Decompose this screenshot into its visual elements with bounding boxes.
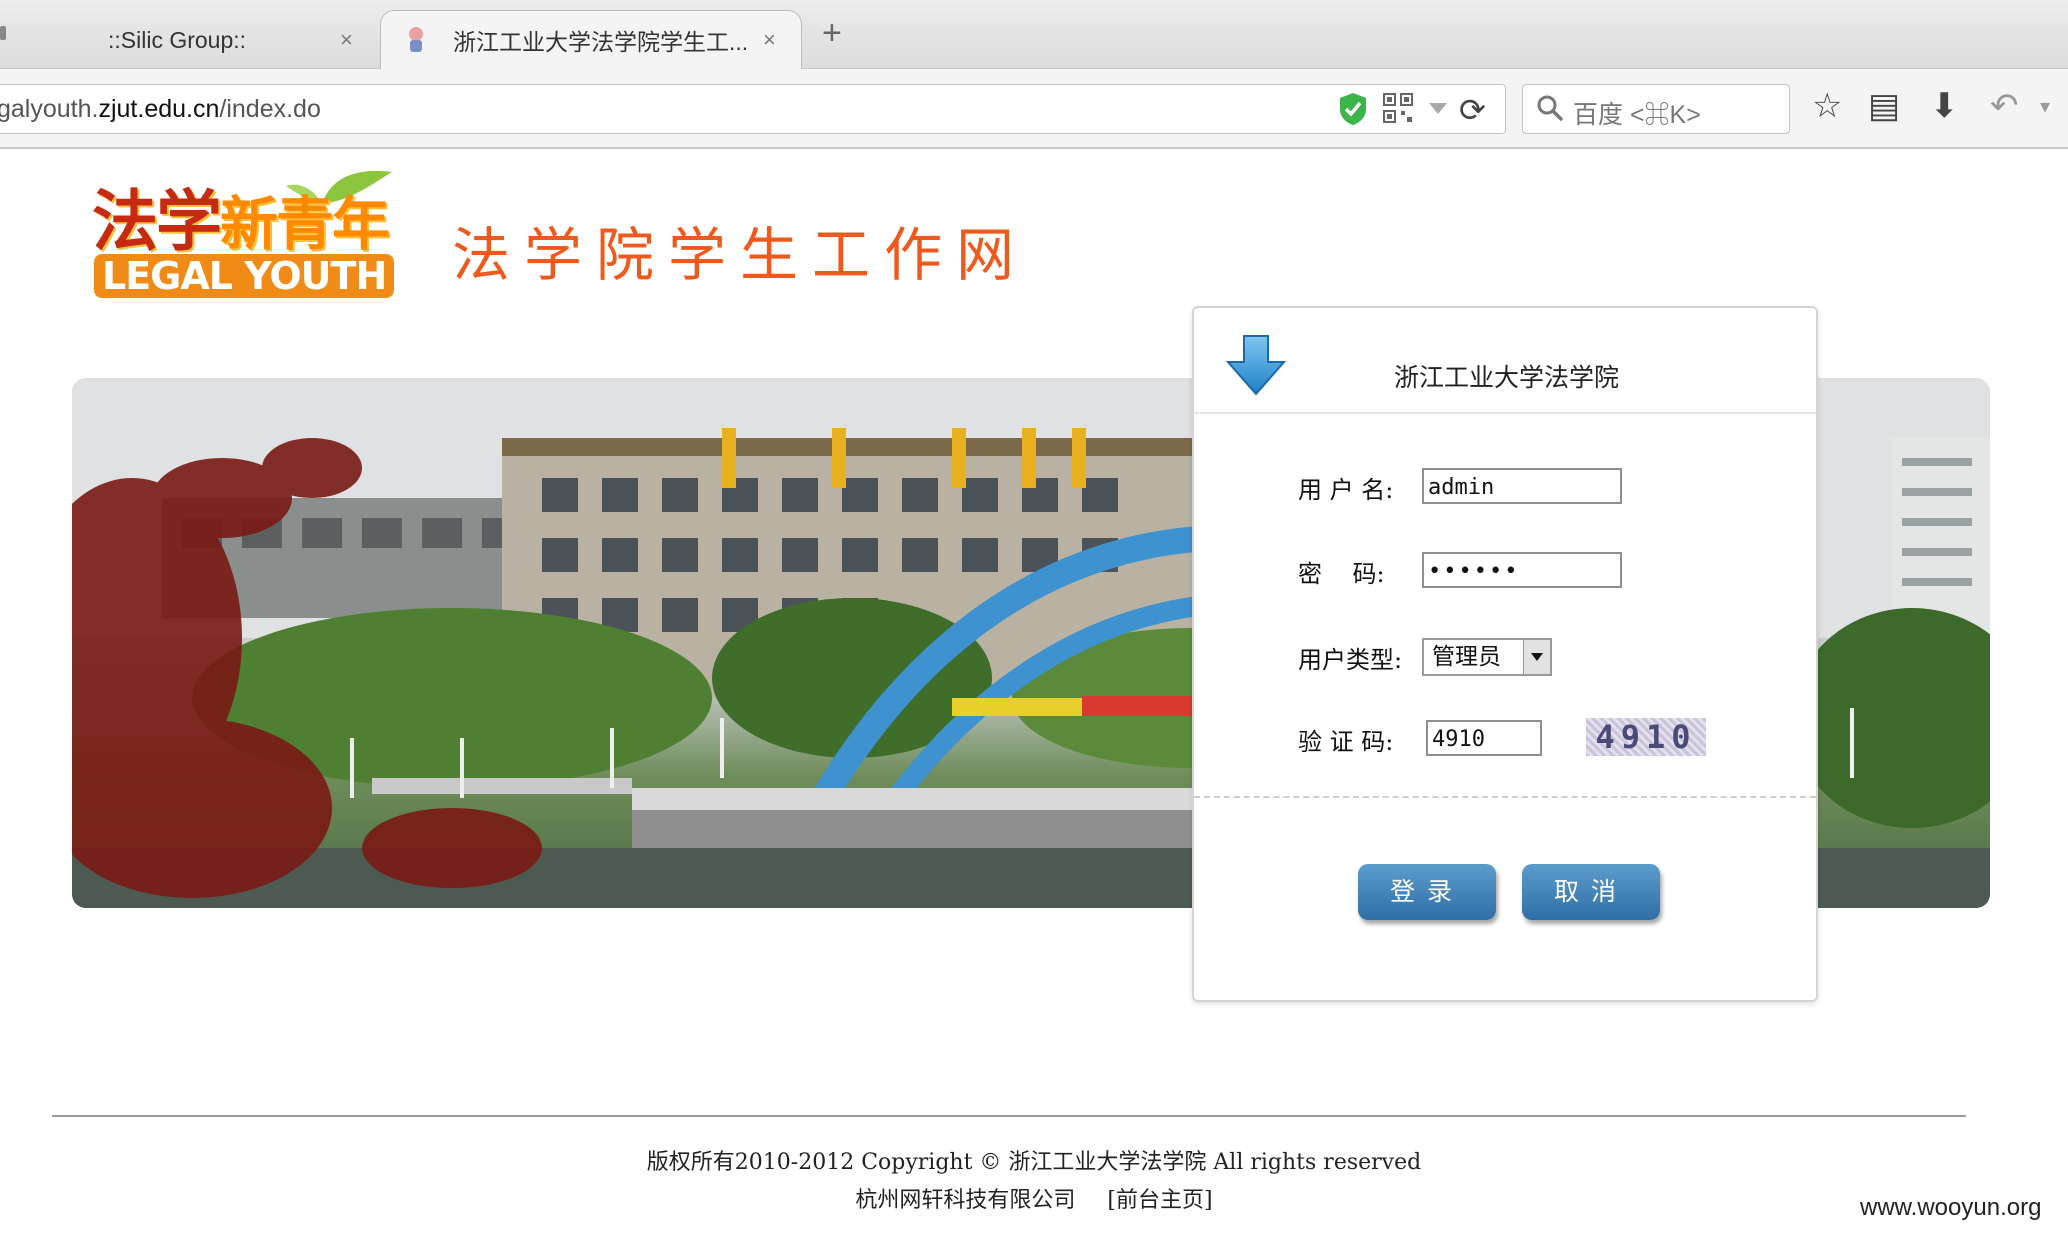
tab-close-icon[interactable]: × — [763, 27, 776, 53]
url-path: /index.do — [219, 95, 321, 123]
tab-close-icon[interactable]: × — [340, 27, 353, 53]
captcha-input[interactable]: 4910 — [1426, 720, 1542, 756]
password-label: 密 码: — [1298, 560, 1385, 588]
captcha-label: 验 证 码: — [1298, 728, 1394, 756]
legal-youth-logo[interactable]: 法学新青年 LEGAL YOUTH — [92, 168, 428, 308]
login-button[interactable]: 登录 — [1358, 864, 1496, 920]
tab-silic-group[interactable]: ::Silic Group:: × — [0, 12, 380, 68]
search-bar[interactable]: 百度 <⌘K> — [1522, 84, 1790, 134]
home-link[interactable]: [前台主页] — [1107, 1188, 1212, 1213]
favicon-icon — [409, 27, 423, 52]
chevron-down-icon[interactable] — [1523, 640, 1550, 674]
login-header: 浙江工业大学法学院 — [1194, 308, 1816, 414]
login-panel: 浙江工业大学法学院 用 户 名: admin 密 码: •••••• 用户类型:… — [1192, 306, 1818, 1002]
search-icon — [1537, 95, 1564, 122]
company-name: 杭州网轩科技有限公司 — [855, 1188, 1076, 1213]
logo-english: LEGAL YOUTH — [94, 254, 395, 298]
username-label: 用 户 名: — [1298, 476, 1394, 504]
tab-bar: ::Silic Group:: × 浙江工业大学法学院学生工... × + — [0, 0, 2068, 69]
back-icon[interactable]: ↶ — [1990, 86, 2019, 126]
footer-divider — [52, 1115, 1966, 1117]
captcha-image[interactable]: 4910 — [1586, 718, 1706, 756]
shield-icon[interactable] — [1337, 91, 1369, 127]
url-prefix: galyouth. — [0, 95, 99, 123]
down-arrow-icon — [1226, 335, 1286, 396]
menu-chevron-icon[interactable]: ▾ — [2040, 94, 2050, 119]
logo-cn-accent: 新青年 — [220, 190, 390, 258]
qr-code-icon[interactable] — [1383, 93, 1413, 123]
tab-title: ::Silic Group:: — [108, 26, 247, 53]
watermark-text: www.wooyun.org — [1860, 1194, 2042, 1221]
password-input[interactable]: •••••• — [1422, 552, 1622, 588]
download-icon[interactable]: ⬇ — [1930, 86, 1959, 126]
usertype-select[interactable]: 管理员 — [1422, 638, 1552, 676]
site-title: 法学院学生工作网 — [452, 221, 1029, 289]
search-placeholder: 百度 <⌘K> — [1573, 101, 1701, 129]
dashed-divider — [1194, 796, 1816, 798]
url-host: zjut.edu.cn — [98, 95, 220, 123]
url-text[interactable]: galyouth.zjut.edu.cn/index.do — [0, 95, 321, 124]
cancel-button[interactable]: 取消 — [1522, 864, 1660, 920]
reload-icon[interactable]: ⟳ — [1459, 91, 1486, 129]
footer-company: 杭州网轩科技有限公司 [前台主页] — [0, 1182, 2068, 1214]
login-title: 浙江工业大学法学院 — [1394, 363, 1620, 392]
copyright-text: 版权所有2010-2012 Copyright © 浙江工业大学法学院 All … — [646, 1150, 1422, 1175]
usertype-value: 管理员 — [1432, 644, 1501, 670]
address-bar[interactable]: galyouth.zjut.edu.cn/index.do ⟳ — [0, 84, 1506, 134]
logo-chinese: 法学新青年 — [92, 168, 390, 264]
usertype-label: 用户类型: — [1298, 646, 1403, 674]
logo-cn-main: 法学 — [92, 183, 222, 260]
url-dropdown-icon[interactable] — [1429, 103, 1447, 114]
tab-zjut-law[interactable]: 浙江工业大学法学院学生工... × — [380, 10, 802, 69]
new-tab-button[interactable]: + — [822, 14, 842, 53]
reading-list-icon[interactable]: ▤ — [1868, 86, 1900, 126]
username-input[interactable]: admin — [1422, 468, 1622, 504]
browser-toolbar: galyouth.zjut.edu.cn/index.do ⟳ 百度 <⌘K> — [0, 69, 2068, 149]
tab-title: 浙江工业大学法学院学生工... — [453, 29, 749, 55]
bookmark-star-icon[interactable]: ☆ — [1812, 86, 1842, 126]
